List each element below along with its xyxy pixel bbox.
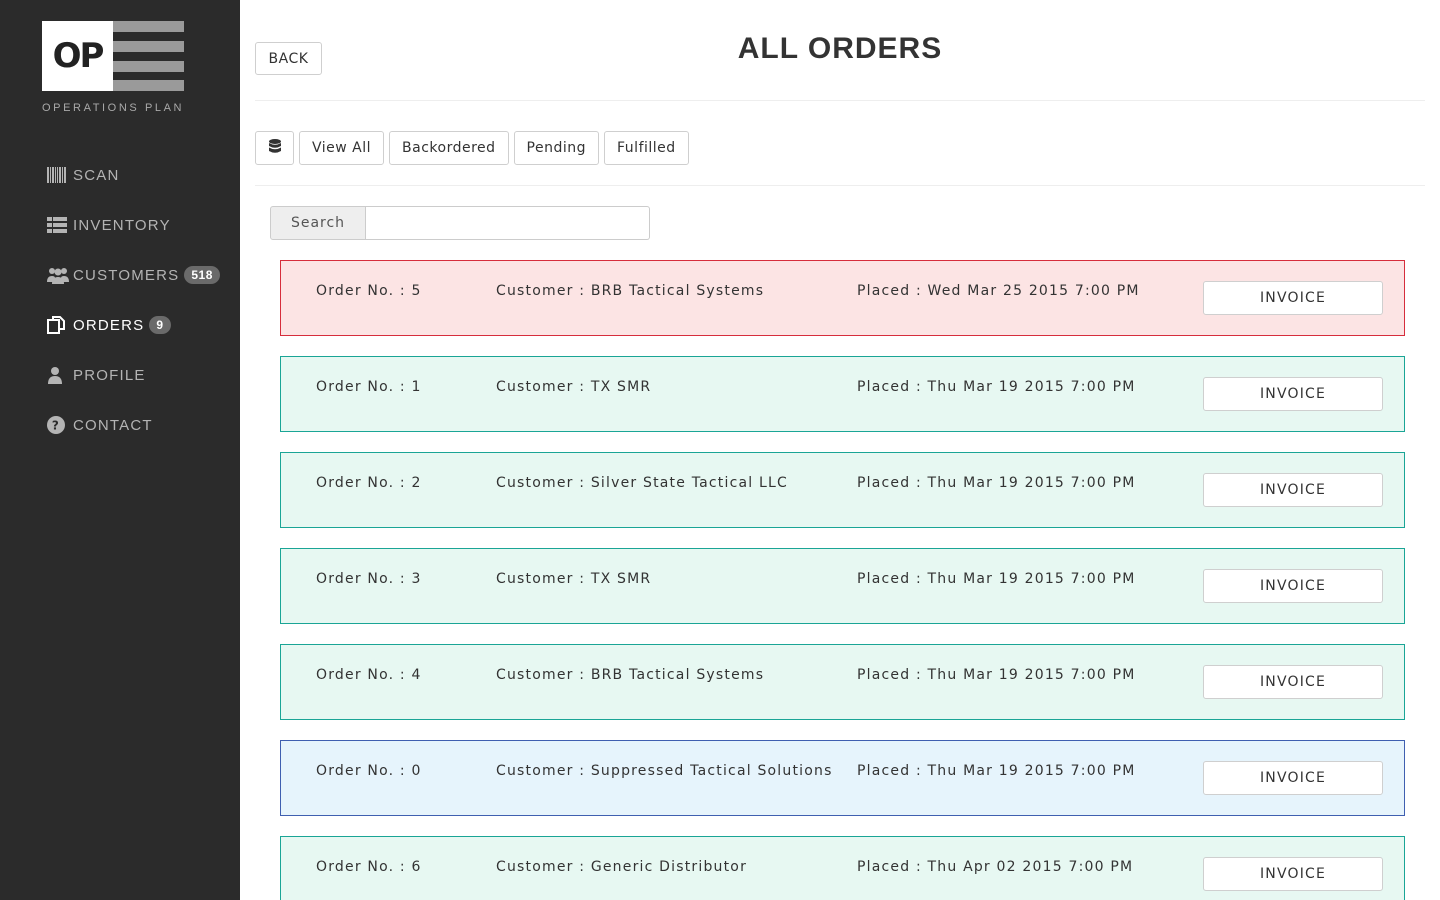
users-icon (47, 266, 69, 284)
order-row[interactable]: Order No. : 1 Customer : TX SMR Placed :… (280, 356, 1405, 432)
order-placed-date: Placed : Wed Mar 25 2015 7:00 PM (857, 283, 1140, 299)
filter-backordered-button[interactable]: Backordered (389, 131, 509, 165)
sidebar-item-inventory[interactable]: INVENTORY (47, 200, 220, 250)
table-icon (47, 216, 69, 234)
orders-list: Order No. : 5 Customer : BRB Tactical Sy… (280, 260, 1405, 900)
logo-stripe (113, 21, 184, 32)
order-placed-date: Placed : Thu Apr 02 2015 7:00 PM (857, 859, 1134, 875)
order-placed-date: Placed : Thu Mar 19 2015 7:00 PM (857, 379, 1136, 395)
order-number: Order No. : 6 (316, 859, 422, 875)
order-number: Order No. : 2 (316, 475, 422, 491)
divider (255, 100, 1425, 101)
search-group: Search (270, 206, 650, 240)
invoice-button[interactable]: INVOICE (1203, 281, 1383, 315)
order-customer: Customer : TX SMR (496, 379, 652, 395)
sidebar-item-label: CUSTOMERS (73, 266, 180, 284)
order-customer: Customer : Silver State Tactical LLC (496, 475, 788, 491)
invoice-button[interactable]: INVOICE (1203, 569, 1383, 603)
database-icon (268, 138, 281, 158)
divider (255, 185, 1425, 186)
search-label: Search (270, 206, 366, 240)
order-customer: Customer : BRB Tactical Systems (496, 667, 765, 683)
sidebar-item-scan[interactable]: SCAN (47, 150, 220, 200)
question-circle-icon: ? (47, 416, 69, 434)
order-customer: Customer : Generic Distributor (496, 859, 748, 875)
logo-subtitle: OPERATIONS PLAN (42, 102, 185, 114)
order-row[interactable]: Order No. : 3 Customer : TX SMR Placed :… (280, 548, 1405, 624)
filter-view-all-button[interactable]: View All (299, 131, 385, 165)
svg-text:?: ? (52, 419, 60, 433)
order-number: Order No. : 0 (316, 763, 422, 779)
customers-count-badge: 518 (184, 266, 220, 284)
order-number: Order No. : 5 (316, 283, 422, 299)
order-customer: Customer : Suppressed Tactical Solutions (496, 763, 833, 779)
order-number: Order No. : 4 (316, 667, 422, 683)
order-row[interactable]: Order No. : 6 Customer : Generic Distrib… (280, 836, 1405, 900)
sidebar-item-customers[interactable]: CUSTOMERS 518 (47, 250, 220, 300)
filter-toolbar: View All Backordered Pending Fulfilled (255, 131, 694, 165)
search-input[interactable] (366, 206, 650, 240)
sidebar-item-label: PROFILE (73, 366, 146, 384)
sidebar-item-orders[interactable]: ORDERS 9 (47, 300, 220, 350)
order-number: Order No. : 1 (316, 379, 422, 395)
order-row[interactable]: Order No. : 4 Customer : BRB Tactical Sy… (280, 644, 1405, 720)
order-row[interactable]: Order No. : 5 Customer : BRB Tactical Sy… (280, 260, 1405, 336)
sidebar-item-label: INVENTORY (73, 216, 171, 234)
sidebar-item-label: CONTACT (73, 416, 153, 434)
invoice-button[interactable]: INVOICE (1203, 473, 1383, 507)
sidebar-item-contact[interactable]: ? CONTACT (47, 400, 220, 450)
filter-pending-button[interactable]: Pending (513, 131, 600, 165)
copy-icon (47, 316, 69, 334)
sidebar: OP OPERATIONS PLAN SCAN INVENTORY CUSTOM… (0, 0, 240, 900)
order-placed-date: Placed : Thu Mar 19 2015 7:00 PM (857, 763, 1136, 779)
database-button[interactable] (255, 131, 294, 165)
user-icon (47, 366, 69, 384)
barcode-icon (47, 166, 69, 184)
order-row[interactable]: Order No. : 0 Customer : Suppressed Tact… (280, 740, 1405, 816)
invoice-button[interactable]: INVOICE (1203, 761, 1383, 795)
back-button[interactable]: BACK (255, 42, 322, 75)
sidebar-item-label: ORDERS (73, 316, 145, 334)
page-title: ALL ORDERS (737, 32, 943, 65)
order-customer: Customer : BRB Tactical Systems (496, 283, 765, 299)
sidebar-item-label: SCAN (73, 166, 120, 184)
logo[interactable]: OP (42, 21, 184, 91)
invoice-button[interactable]: INVOICE (1203, 857, 1383, 891)
sidebar-nav: SCAN INVENTORY CUSTOMERS 518 ORDERS 9 PR… (47, 150, 220, 450)
order-row[interactable]: Order No. : 2 Customer : Silver State Ta… (280, 452, 1405, 528)
order-number: Order No. : 3 (316, 571, 422, 587)
invoice-button[interactable]: INVOICE (1203, 377, 1383, 411)
order-customer: Customer : TX SMR (496, 571, 652, 587)
invoice-button[interactable]: INVOICE (1203, 665, 1383, 699)
logo-stripe (113, 41, 184, 52)
orders-count-badge: 9 (149, 316, 171, 334)
order-placed-date: Placed : Thu Mar 19 2015 7:00 PM (857, 475, 1136, 491)
logo-stripe (113, 61, 184, 72)
order-placed-date: Placed : Thu Mar 19 2015 7:00 PM (857, 571, 1136, 587)
filter-fulfilled-button[interactable]: Fulfilled (604, 131, 689, 165)
logo-mark: OP (42, 21, 113, 91)
order-placed-date: Placed : Thu Mar 19 2015 7:00 PM (857, 667, 1136, 683)
sidebar-item-profile[interactable]: PROFILE (47, 350, 220, 400)
logo-stripe (113, 80, 184, 91)
